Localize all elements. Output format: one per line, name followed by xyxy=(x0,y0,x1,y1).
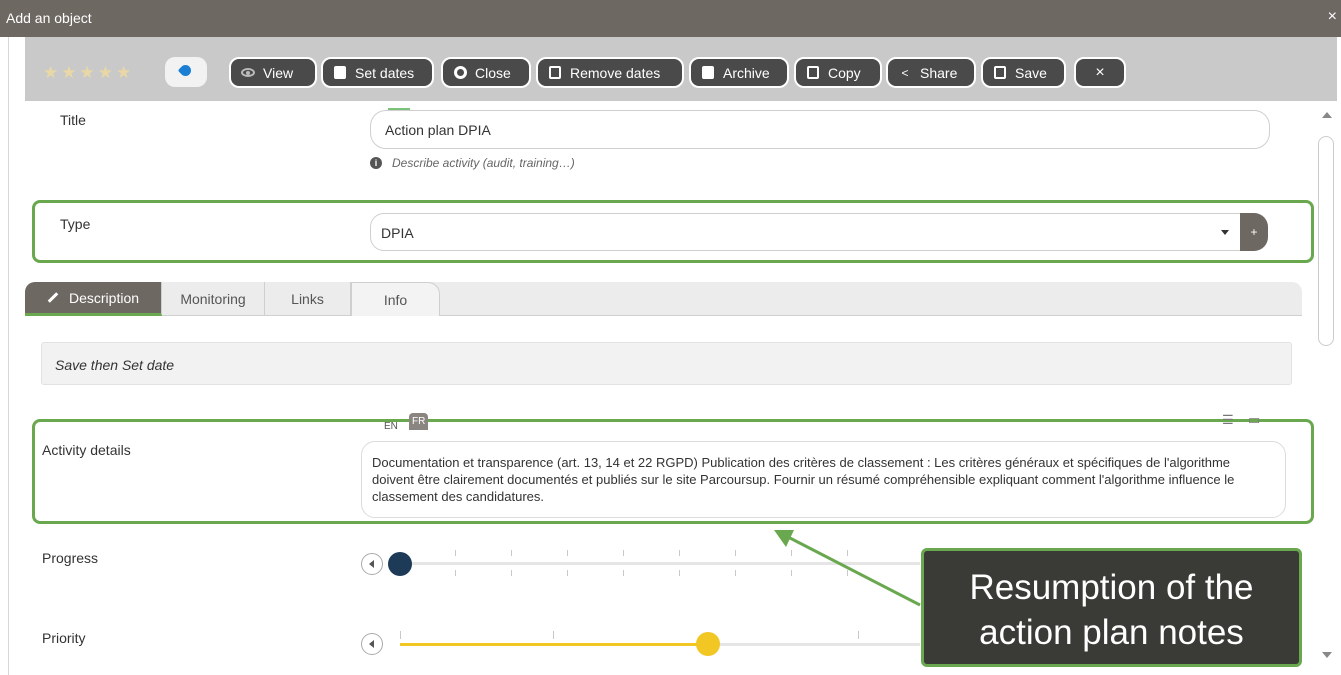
progress-tick xyxy=(679,550,680,556)
dismiss-button[interactable]: × xyxy=(1074,57,1126,88)
activity-label: Activity details xyxy=(42,442,131,458)
priority-tick xyxy=(400,631,401,639)
progress-tick xyxy=(623,570,624,576)
progress-tick xyxy=(567,570,568,576)
progress-tick xyxy=(679,570,680,576)
copy-button[interactable]: Copy xyxy=(794,57,882,88)
type-value: DPIA xyxy=(381,225,414,241)
dialog-titlebar: Add an object × xyxy=(0,0,1341,37)
lang-fr-tab[interactable]: FR xyxy=(409,413,429,430)
toolbar: ★★★★★ View Set dates Close Remove dates … xyxy=(25,37,1337,101)
priority-label: Priority xyxy=(42,630,86,646)
at-icon xyxy=(453,66,467,80)
tab-monitoring-label: Monitoring xyxy=(180,291,246,307)
rating-stars[interactable]: ★★★★★ xyxy=(43,63,134,83)
progress-tick xyxy=(623,550,624,556)
save-icon xyxy=(993,66,1007,80)
tab-info[interactable]: Info xyxy=(351,282,440,316)
lang-en-tab[interactable]: EN xyxy=(384,421,398,432)
save-button[interactable]: Save xyxy=(981,57,1066,88)
archive-button-label: Archive xyxy=(723,64,770,81)
priority-tick xyxy=(553,631,554,639)
tab-links[interactable]: Links xyxy=(265,282,351,316)
priority-decrease-button[interactable] xyxy=(361,633,383,655)
calendar-x-icon xyxy=(548,66,562,80)
progress-tick xyxy=(511,550,512,556)
view-button-label: View xyxy=(263,64,294,81)
eye-icon xyxy=(241,66,255,80)
annotation-callout: Resumption of the action plan notes xyxy=(921,548,1302,667)
pencil-icon xyxy=(47,292,59,303)
activity-details-textarea[interactable]: Documentation et transparence (art. 13, … xyxy=(361,441,1286,518)
progress-tick xyxy=(567,550,568,556)
calendar-icon xyxy=(333,66,347,80)
scroll-down-icon[interactable] xyxy=(1322,652,1332,658)
remove-dates-button[interactable]: Remove dates xyxy=(536,57,684,88)
priority-tick xyxy=(858,631,859,639)
priority-fill xyxy=(400,643,708,646)
progress-tick xyxy=(455,570,456,576)
set-date-note-text: Save then Set date xyxy=(55,357,175,373)
title-field[interactable] xyxy=(385,122,1245,138)
dialog-close-icon[interactable]: × xyxy=(1328,8,1337,26)
type-select[interactable]: DPIA + xyxy=(370,213,1268,251)
copy-button-label: Copy xyxy=(828,64,861,81)
share-button[interactable]: < Share xyxy=(886,57,976,88)
archive-icon xyxy=(701,66,715,80)
source-icon[interactable]: ▭ xyxy=(1248,412,1260,428)
progress-slider-handle[interactable] xyxy=(388,552,412,576)
dismiss-icon: × xyxy=(1095,63,1105,81)
scrollbar-thumb[interactable] xyxy=(1318,136,1334,346)
tab-description-label: Description xyxy=(68,289,140,306)
progress-tick xyxy=(735,550,736,556)
progress-decrease-button[interactable] xyxy=(361,553,383,575)
progress-tick xyxy=(735,570,736,576)
share-button-label: Share xyxy=(920,64,958,81)
list-icon[interactable]: ☰ xyxy=(1222,412,1234,428)
remove-dates-button-label: Remove dates xyxy=(570,64,661,81)
copy-icon xyxy=(806,66,820,80)
close-button-label: Close xyxy=(475,64,511,81)
set-date-note: Save then Set date xyxy=(41,342,1292,385)
scroll-up-icon[interactable] xyxy=(1322,112,1332,118)
add-type-button[interactable]: + xyxy=(1240,213,1268,251)
tab-description[interactable]: Description xyxy=(25,282,162,316)
title-input[interactable] xyxy=(370,110,1270,149)
tag-button[interactable] xyxy=(165,57,207,87)
close-button[interactable]: Close xyxy=(441,57,531,88)
dialog-title: Add an object xyxy=(6,10,92,26)
progress-label: Progress xyxy=(42,550,99,566)
tab-bar: Description Monitoring Links Info xyxy=(25,282,1302,316)
title-label: Title xyxy=(60,112,86,128)
view-button[interactable]: View xyxy=(229,57,317,88)
page-edge xyxy=(8,37,9,675)
title-hint-text: Describe activity (audit, training…) xyxy=(392,156,575,170)
callout-arrow xyxy=(774,530,921,607)
tab-links-label: Links xyxy=(291,291,324,307)
set-dates-button[interactable]: Set dates xyxy=(321,57,434,88)
priority-slider-handle[interactable] xyxy=(696,632,720,656)
type-label: Type xyxy=(60,216,91,232)
share-icon: < xyxy=(901,65,909,80)
tab-info-label: Info xyxy=(383,291,408,308)
save-button-label: Save xyxy=(1015,64,1047,81)
title-hint: i Describe activity (audit, training…) xyxy=(370,156,575,170)
tab-monitoring[interactable]: Monitoring xyxy=(162,282,265,316)
set-dates-button-label: Set dates xyxy=(355,64,415,81)
info-icon: i xyxy=(370,157,382,169)
chevron-down-icon xyxy=(1221,230,1229,235)
archive-button[interactable]: Archive xyxy=(689,57,789,88)
progress-tick xyxy=(511,570,512,576)
progress-tick xyxy=(455,550,456,556)
tag-icon xyxy=(177,62,194,79)
